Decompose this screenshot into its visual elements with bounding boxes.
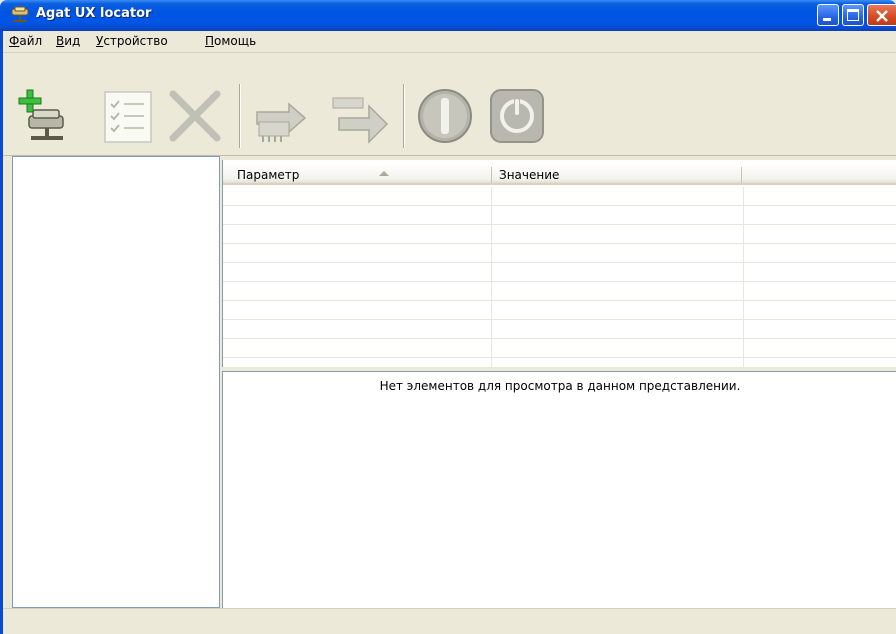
properties-list-icon — [104, 91, 152, 143]
properties-header: Параметр Значение — [223, 164, 896, 185]
delete-button[interactable] — [163, 84, 227, 148]
power-icon — [490, 89, 544, 143]
column-separator[interactable] — [491, 167, 492, 183]
menu-device[interactable]: Устройство — [96, 34, 168, 48]
column-gridline — [743, 187, 744, 367]
table-row — [223, 282, 896, 301]
column-gridline — [491, 187, 492, 367]
column-separator[interactable] — [741, 167, 742, 183]
toolbar-separator — [403, 84, 405, 148]
status-bar — [3, 608, 896, 634]
transfer-arrow-icon — [332, 97, 389, 144]
window-title: Agat UX locator — [36, 6, 152, 21]
power-button[interactable] — [485, 84, 549, 148]
delete-icon — [169, 90, 221, 142]
toolbar — [3, 54, 896, 156]
table-row — [223, 206, 896, 225]
stop-icon — [418, 89, 472, 143]
add-device-icon — [18, 89, 64, 140]
table-row — [223, 244, 896, 263]
read-chip-icon — [256, 102, 307, 142]
menu-view[interactable]: Вид — [56, 34, 80, 48]
maximize-button[interactable] — [842, 4, 864, 26]
status-panel — [7, 613, 887, 631]
column-header-parameter[interactable]: Параметр — [237, 168, 299, 182]
table-row — [223, 320, 896, 339]
toolbar-separator — [239, 84, 241, 148]
minimize-button[interactable] — [817, 4, 839, 26]
items-list-view[interactable]: Нет элементов для просмотра в данном пре… — [222, 371, 896, 608]
column-header-value[interactable]: Значение — [499, 168, 559, 182]
menu-file[interactable]: Файл — [9, 34, 42, 48]
properties-list[interactable]: Параметр Значение — [222, 160, 896, 367]
close-icon — [876, 10, 888, 22]
sort-ascending-icon — [379, 171, 389, 176]
stop-button[interactable] — [413, 84, 477, 148]
menu-help[interactable]: Помощь — [205, 34, 256, 48]
empty-list-message: Нет элементов для просмотра в данном пре… — [379, 379, 741, 393]
read-device-button[interactable] — [249, 84, 313, 148]
menu-bar: Файл Вид Устройство Помощь — [3, 31, 896, 53]
app-icon[interactable] — [10, 6, 30, 24]
table-row — [223, 187, 896, 206]
minimize-icon — [823, 18, 831, 21]
table-row — [223, 225, 896, 244]
table-row — [223, 263, 896, 282]
properties-button[interactable] — [97, 84, 161, 148]
table-row — [223, 339, 896, 358]
table-row — [223, 301, 896, 320]
device-tree-pane[interactable] — [12, 156, 220, 608]
transfer-button[interactable] — [329, 84, 393, 148]
close-button[interactable] — [867, 4, 896, 26]
maximize-icon — [847, 9, 859, 21]
title-bar[interactable]: Agat UX locator — [0, 0, 896, 31]
add-device-button[interactable] — [17, 84, 81, 148]
